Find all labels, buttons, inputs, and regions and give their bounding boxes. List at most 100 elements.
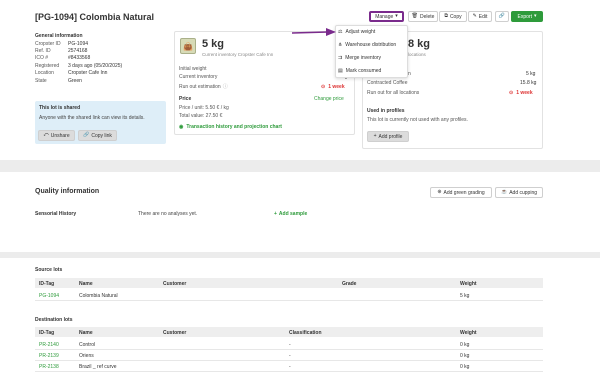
copy-label: Copy (449, 13, 462, 20)
general-key: Ref. ID (35, 48, 51, 55)
change-price-link[interactable]: Change price (314, 96, 344, 102)
add-cupping-button[interactable]: ☕ Add cupping (495, 187, 543, 198)
dest-row-name: Oriens (79, 353, 94, 359)
menu-item-label: Warehouse distribution (345, 42, 397, 48)
arrow-annotation-icon (291, 28, 336, 36)
link-icon: 🔗 (498, 13, 506, 19)
add-sample-label: Add sample (278, 211, 308, 217)
no-analyses-text: There are no analyses yet. (138, 211, 198, 217)
price-title: Price (179, 96, 192, 102)
add-sample-link[interactable]: + Add sample (274, 211, 307, 217)
contracted-value: 15.8 kg (520, 80, 537, 86)
unshare-button[interactable]: ⤺ Unshare (38, 130, 75, 141)
sensorial-history-label: Sensorial History (35, 211, 77, 217)
locations-subtitle: locations (408, 52, 426, 57)
edit-label: Edit (478, 13, 488, 20)
export-label: Export (517, 13, 532, 20)
shared-title: This lot is shared (39, 105, 81, 111)
copy-button[interactable]: ⧉ Copy (439, 11, 467, 22)
dest-row-name: Control (79, 342, 96, 348)
menu-item-warehouse-distribution[interactable]: ⋔ Warehouse distribution (338, 42, 396, 48)
info-icon: ⓘ (222, 83, 228, 90)
general-title: General information (35, 33, 83, 39)
general-value: #8433568 (68, 55, 91, 62)
source-col-name: Name (79, 281, 93, 287)
menu-item-adjust-weight[interactable]: ⚖ Adjust weight (338, 29, 375, 35)
general-key: Cropster ID (35, 40, 61, 47)
quality-title: Quality information (35, 188, 100, 195)
chevron-down-icon: ▾ (395, 13, 398, 19)
link-icon: 🔗 (83, 132, 90, 138)
initial-weight-label: Initial weight (179, 66, 207, 72)
dest-col-customer: Customer (163, 330, 187, 336)
edit-button[interactable]: ✎ Edit (468, 11, 492, 22)
inventory-amount: 5 kg (202, 38, 225, 50)
plus-icon: + (373, 133, 377, 139)
pencil-icon: ✎ (472, 13, 477, 19)
source-col-grade: Grade (342, 281, 357, 287)
shared-text: Anyone with the shared link can view its… (39, 115, 145, 121)
add-profile-button[interactable]: + Add profile (367, 131, 409, 142)
dest-row-class: - (289, 353, 291, 359)
general-value: PG-1094 (68, 40, 89, 47)
menu-item-mark-consumed[interactable]: ▤ Mark consumed (338, 68, 381, 74)
dest-row-class: - (289, 364, 291, 370)
merge-icon: ⇉ (338, 54, 343, 61)
dest-row-weight: 0 kg (460, 364, 470, 370)
grading-icon: ⊕ (437, 189, 442, 195)
run-out-value-text: 1 week (328, 84, 345, 90)
manage-label: Manage (375, 13, 394, 20)
used-profiles-title: Used in profiles (367, 108, 405, 114)
dest-row-id-link[interactable]: PR-2138 (39, 364, 59, 370)
contracted-label: Contracted Coffee (367, 80, 408, 86)
current-inventory-label: Current inventory (179, 74, 218, 80)
clock-icon: ⊙ (509, 89, 514, 96)
copy-icon: ⧉ (444, 13, 448, 19)
source-lots-title: Source lots (35, 267, 63, 273)
menu-item-label: Merge inventory (345, 55, 382, 61)
general-value: Cropster Cafe Inn (68, 70, 108, 77)
menu-item-merge-inventory[interactable]: ⇉ Merge inventory (338, 55, 381, 61)
unshare-icon: ⤺ (43, 132, 49, 138)
menu-item-label: Adjust weight (345, 29, 376, 35)
plus-icon: + (274, 210, 277, 217)
source-col-weight: Weight (460, 281, 477, 287)
inventory-subtitle: Current inventory Cropster Cafe Inn (202, 52, 274, 57)
source-row-id-link[interactable]: PG-1094 (39, 293, 59, 299)
delete-label: Delete (419, 13, 435, 20)
run-out-all-value-text: 1 week (516, 90, 533, 96)
source-row-weight: 5 kg (460, 293, 470, 299)
general-key: Registered (35, 62, 60, 69)
locations-amount: 8 kg (408, 38, 431, 50)
source-row-name: Colombia Natural (79, 293, 118, 299)
source-col-id: ID-Tag (39, 281, 55, 287)
locations-row1-value: 5 kg (526, 71, 536, 77)
scale-icon: ⚖ (338, 28, 343, 35)
run-out-value: ⊙ 1 week (321, 84, 345, 90)
row-divider (35, 349, 543, 350)
copy-link-label: Copy link (91, 132, 112, 139)
general-value: 3 days ago (05/20/2025) (68, 62, 123, 69)
manage-button[interactable]: Manage ▾ (369, 11, 404, 22)
run-out-all-label: Run out for all locations (367, 90, 420, 96)
dest-row-name: Brazil _ ref curve (79, 364, 117, 370)
locations-row1-label: n (408, 71, 411, 77)
row-divider (35, 360, 543, 361)
add-cupping-label: Add cupping (509, 189, 538, 196)
add-green-grading-label: Add green grading (443, 189, 485, 196)
add-green-grading-button[interactable]: ⊕ Add green grading (430, 187, 492, 198)
history-link[interactable]: ◉ Transaction history and projection cha… (179, 124, 282, 130)
menu-item-label: Mark consumed (345, 68, 382, 74)
link-button[interactable]: 🔗 (495, 11, 509, 22)
dest-row-weight: 0 kg (460, 353, 470, 359)
copy-link-button[interactable]: 🔗 Copy link (78, 130, 117, 141)
total-value: Total value: 27.50 € (179, 113, 223, 119)
dest-row-id-link[interactable]: PR-2140 (39, 342, 59, 348)
delete-button[interactable]: 🗑 Delete (408, 11, 438, 22)
cup-icon: ☕ (500, 189, 508, 195)
export-button[interactable]: Export ▾ (511, 11, 543, 22)
dest-row-id-link[interactable]: PR-2139 (39, 353, 59, 359)
dest-col-classification: Classification (289, 330, 322, 336)
trash-icon: 🗑 (411, 13, 418, 19)
general-value: 2574168 (68, 48, 88, 55)
